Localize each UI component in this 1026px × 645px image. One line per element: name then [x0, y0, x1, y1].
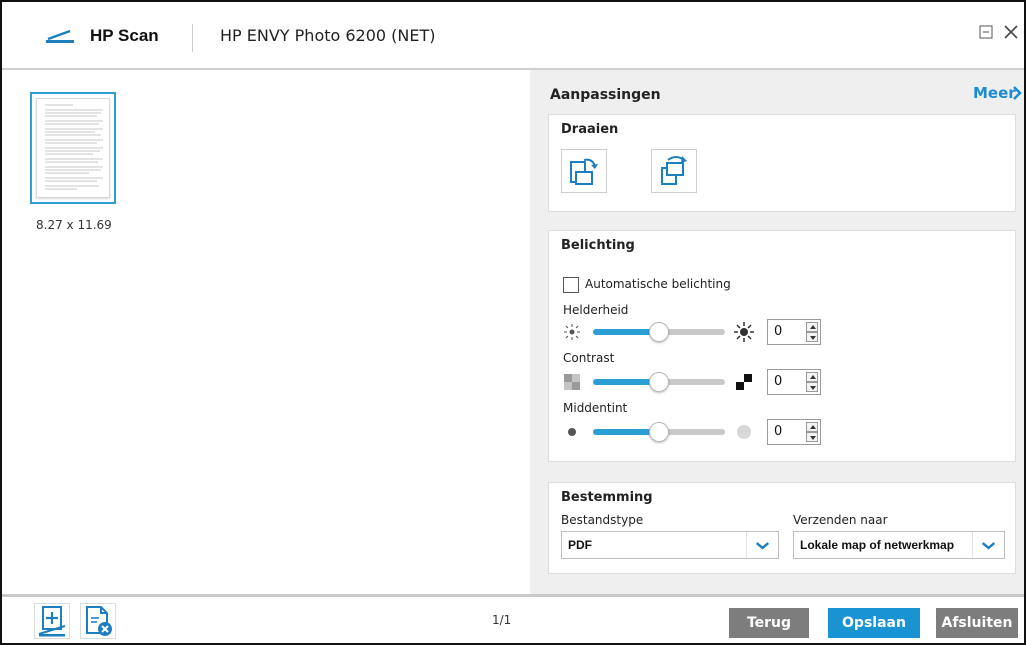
sendto-select[interactable]: Lokale map of netwerkmap — [793, 531, 1005, 559]
destination-card: Bestemming Bestandstype PDF Verzenden na… — [548, 482, 1016, 574]
contrast-label: Contrast — [563, 351, 615, 365]
midtone-dark-icon — [568, 428, 576, 436]
rotate-left-button[interactable] — [561, 149, 607, 193]
contrast-value: 0 — [774, 374, 783, 389]
bottom-bar: 1/1 Terug Opslaan Afsluiten — [2, 594, 1024, 643]
brightness-slider[interactable] — [593, 322, 725, 342]
title-separator — [192, 24, 193, 52]
title-bar: HP Scan HP ENVY Photo 6200 (NET) — [2, 2, 1024, 70]
document-lines-icon — [45, 104, 103, 190]
adjustments-pane: Aanpassingen Meer Draaien Belichting Aut… — [530, 70, 1024, 594]
page-dimensions: 8.27 x 11.69 — [36, 218, 112, 232]
delete-page-button[interactable] — [80, 603, 116, 639]
auto-exposure-label: Automatische belichting — [585, 277, 731, 291]
minimize-icon[interactable] — [976, 22, 996, 42]
more-link[interactable]: Meer — [973, 84, 1016, 102]
midtone-label: Middentint — [563, 401, 628, 415]
midtone-value: 0 — [774, 424, 783, 439]
add-page-button[interactable] — [34, 603, 70, 639]
page-thumbnail[interactable] — [30, 92, 116, 204]
brightness-label: Helderheid — [563, 303, 629, 317]
midtone-decrement-button[interactable] — [806, 432, 818, 442]
brightness-value: 0 — [774, 324, 783, 339]
contrast-spinbox[interactable]: 0 — [767, 369, 821, 395]
adjustments-title: Aanpassingen — [550, 87, 661, 103]
chevron-down-icon — [972, 532, 996, 558]
contrast-increment-button[interactable] — [806, 372, 818, 382]
sendto-label: Verzenden naar — [793, 513, 888, 527]
auto-exposure-checkbox[interactable] — [563, 277, 579, 293]
save-button[interactable]: Opslaan — [828, 608, 920, 638]
page-preview — [36, 98, 110, 198]
midtone-slider-knob[interactable] — [649, 422, 669, 442]
filetype-value: PDF — [568, 538, 592, 552]
brightness-increment-button[interactable] — [806, 322, 818, 332]
preview-pane: 8.27 x 11.69 — [2, 70, 530, 594]
contrast-decrement-button[interactable] — [806, 382, 818, 392]
close-icon[interactable] — [1001, 22, 1021, 42]
brightness-low-icon — [564, 324, 580, 340]
delete-page-icon — [86, 606, 112, 636]
exposure-card: Belichting Automatische belichting Helde… — [548, 230, 1016, 462]
rotate-right-icon — [661, 156, 687, 185]
contrast-low-icon — [564, 374, 580, 390]
brightness-spinbox[interactable]: 0 — [767, 319, 821, 345]
brightness-slider-knob[interactable] — [649, 322, 669, 342]
midtone-light-icon — [737, 425, 751, 439]
destination-title: Bestemming — [561, 490, 653, 505]
page-counter: 1/1 — [492, 613, 512, 627]
device-name: HP ENVY Photo 6200 (NET) — [220, 26, 436, 45]
rotate-card: Draaien — [548, 114, 1016, 212]
midtone-spin-buttons — [806, 422, 818, 442]
brightness-high-icon — [734, 322, 754, 342]
back-button[interactable]: Terug — [729, 608, 809, 638]
midtone-spinbox[interactable]: 0 — [767, 419, 821, 445]
contrast-spin-buttons — [806, 372, 818, 392]
scanner-logo-icon — [46, 29, 74, 43]
filetype-select[interactable]: PDF — [561, 531, 779, 559]
rotate-right-button[interactable] — [651, 149, 697, 193]
rotate-title: Draaien — [561, 122, 619, 137]
rotate-left-icon — [570, 158, 598, 185]
exposure-title: Belichting — [561, 238, 635, 253]
contrast-slider[interactable] — [593, 372, 725, 392]
add-page-icon — [38, 606, 66, 637]
brightness-spin-buttons — [806, 322, 818, 342]
hp-scan-window: HP Scan HP ENVY Photo 6200 (NET) 8.27 x … — [0, 0, 1026, 645]
chevron-down-icon — [746, 532, 770, 558]
exit-button[interactable]: Afsluiten — [936, 608, 1018, 638]
midtone-slider[interactable] — [593, 422, 725, 442]
chevron-right-icon[interactable] — [1012, 85, 1022, 101]
brightness-decrement-button[interactable] — [806, 332, 818, 342]
midtone-increment-button[interactable] — [806, 422, 818, 432]
contrast-slider-knob[interactable] — [649, 372, 669, 392]
sendto-value: Lokale map of netwerkmap — [800, 538, 955, 552]
contrast-high-icon — [736, 374, 752, 390]
filetype-label: Bestandstype — [561, 513, 644, 527]
app-name: HP Scan — [90, 26, 159, 45]
